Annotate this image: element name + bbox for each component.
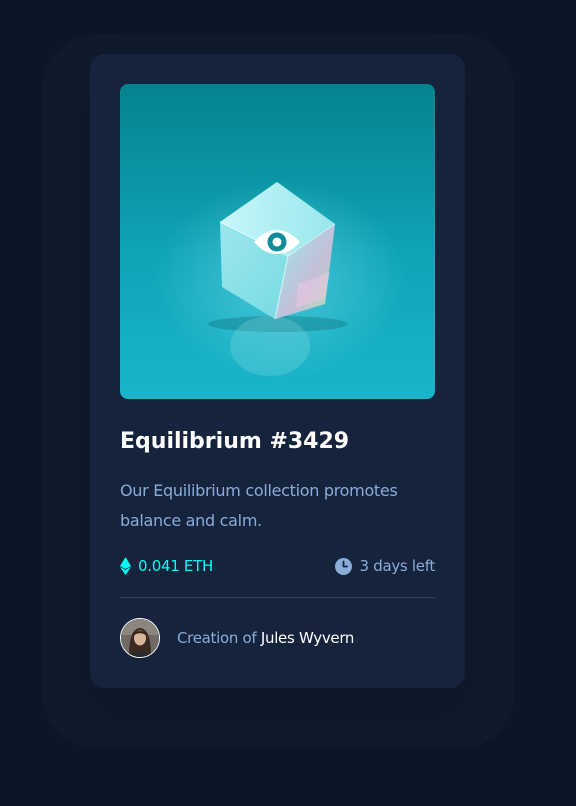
creator-label: Creation of Jules Wyvern: [177, 626, 354, 650]
nft-description: Our Equilibrium collection promotes bala…: [120, 481, 398, 530]
creator-prefix: Creation of: [177, 629, 257, 647]
time-left: 3 days left: [359, 557, 436, 575]
clock-icon: [334, 557, 352, 575]
price-value: 0.041 ETH: [138, 557, 213, 575]
page: Equilibrium #3429 Our Equilibrium collec…: [0, 0, 576, 806]
nft-image[interactable]: [120, 84, 435, 399]
ethereum-icon: [120, 557, 131, 575]
time-group: 3 days left: [334, 554, 436, 578]
price-group: 0.041 ETH: [120, 554, 213, 578]
creator-name[interactable]: Jules Wyvern: [261, 629, 355, 647]
creator-row: Creation of Jules Wyvern: [120, 618, 354, 658]
nft-title[interactable]: Equilibrium #3429: [120, 426, 349, 458]
avatar: [120, 618, 160, 658]
nft-stats: 0.041 ETH 3 days left: [120, 554, 435, 578]
divider: [120, 597, 435, 598]
nft-card: Equilibrium #3429 Our Equilibrium collec…: [90, 54, 465, 688]
